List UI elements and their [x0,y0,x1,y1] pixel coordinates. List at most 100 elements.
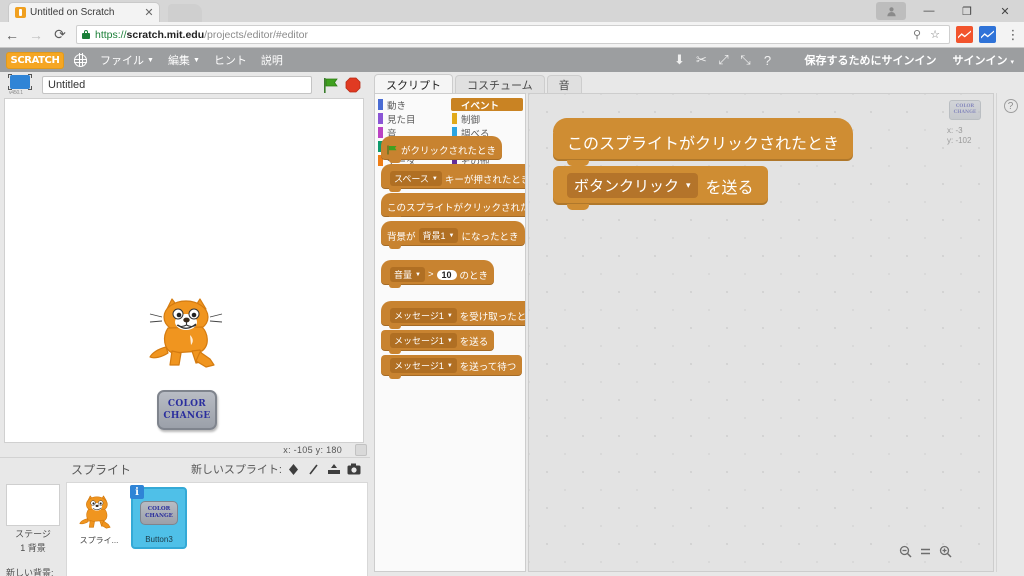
script-stack[interactable]: このスプライトがクリックされたとき ボタンクリック ▾ を送る [553,118,854,210]
dropdown-value: スペース [394,174,429,184]
block-text: このスプライトがクリックされたとき [567,136,840,153]
stage-canvas[interactable]: COLOR CHANGE [4,98,364,443]
script-block-broadcast[interactable]: ボタンクリック ▾ を送る [553,166,853,210]
script-block-whenspriteclicked[interactable]: このスプライトがクリックされたとき [553,118,854,166]
new-sprite-library-icon[interactable] [285,460,302,478]
palette-block-broadcastandwait[interactable]: メッセージ1 ▼ を送って待つ [381,355,525,379]
editor-column: スクリプト コスチューム 音 動き イベント 見た目 制御 音 調べる ペン 演… [370,72,1024,576]
menu-edit[interactable]: 編集 ▼ [161,48,207,72]
category-swatch [452,99,457,110]
signin-to-save-label[interactable]: 保存するためにサインイン [792,52,948,68]
menu-tips[interactable]: ヒント [207,48,254,72]
palette-block-whengreaterthan[interactable]: 音量 ▼ > 10 のとき [381,260,525,288]
block-dropdown[interactable]: メッセージ1 ▼ [390,358,457,373]
sprite-name: Button3 [145,535,173,544]
palette-block-whenspriteclicked[interactable]: このスプライトがクリックされたとき [381,193,525,217]
chevron-down-icon: ▼ [446,312,453,319]
palette-block-whenkeypressed[interactable]: スペース ▼ キーが押されたとき [381,164,525,192]
sprite-card-button3[interactable]: i COLOR CHANGE Button3 [130,485,187,549]
sprite-card-cat[interactable]: スプライ... [71,487,127,549]
chevron-down-icon: ▼ [446,362,453,369]
address-bar[interactable]: https://scratch.mit.edu/projects/editor/… [76,25,950,44]
dropdown-value: 音量 [394,270,413,280]
scratch-logo[interactable]: SCRATCH [6,51,64,69]
close-icon[interactable]: ✕ [143,7,155,19]
block-text: を送る [705,179,754,197]
stop-icon[interactable] [342,74,364,96]
zoom-out-icon[interactable] [897,543,913,559]
minimize-icon[interactable]: — [910,0,948,22]
project-title-input[interactable] [42,76,312,94]
stage-selector-label: ステージ [15,529,51,539]
sprite-color-change-button[interactable]: COLOR CHANGE [157,390,217,430]
palette-block-whenreceive[interactable]: メッセージ1▼ を受け取ったとき [381,301,525,329]
green-flag-icon[interactable] [320,74,342,96]
chevron-down-icon: ▼ [448,232,455,239]
maximize-icon[interactable]: ❐ [948,0,986,22]
block-text: を送る [459,336,489,348]
new-sprite-upload-icon[interactable] [325,460,342,478]
browser-tab[interactable]: Untitled on Scratch ✕ [8,2,160,22]
category-events[interactable]: イベント [451,98,523,112]
pin-icon[interactable]: ⚲ [908,28,926,41]
tab-costumes[interactable]: コスチューム [455,75,545,94]
sprite-info-icon[interactable]: i [130,485,144,499]
cut-tool-icon[interactable]: ✂ [690,48,712,72]
signin-menu[interactable]: サインイン ▾ [948,52,1024,68]
menu-file[interactable]: ファイル ▼ [93,48,161,72]
palette-block-whenbackdropswitches[interactable]: 背景が 背景1 ▼ になったとき [381,221,525,249]
scratch-menubar: SCRATCH ファイル ▼ 編集 ▼ ヒント 説明 ⬇ ✂ ⤢ ⤡ ? 保存す… [0,48,1024,72]
url-scheme: https:// [95,28,127,41]
stamp-tool-icon[interactable]: ⬇ [668,48,690,72]
help-icon[interactable]: ? [1003,99,1018,113]
bookmark-star-icon[interactable]: ☆ [926,28,944,41]
shrink-tool-icon[interactable]: ⤡ [734,48,756,72]
category-motion[interactable]: 動き [377,98,449,112]
sprite-cat[interactable] [148,295,233,375]
extension-orange-icon[interactable] [956,26,973,43]
help-tool-icon[interactable]: ? [756,48,778,72]
new-sprite-paint-icon[interactable] [305,460,322,478]
tab-scripts[interactable]: スクリプト [374,74,453,94]
block-dropdown[interactable]: メッセージ1 ▼ [390,308,457,323]
stage-size-toggle[interactable]: v450.1 [6,74,34,96]
new-sprite-camera-icon[interactable] [345,460,362,478]
chevron-down-icon: ▼ [192,56,200,64]
forward-icon[interactable]: → [24,22,48,48]
menu-about[interactable]: 説明 [254,48,290,72]
block-number-input[interactable]: 10 [436,269,457,280]
block-dropdown[interactable]: 音量 ▼ [390,267,425,282]
palette-block-whenflagclicked[interactable]: がクリックされたとき [381,136,525,163]
zoom-reset-icon[interactable] [917,543,933,559]
reload-icon[interactable]: ⟳ [48,22,72,48]
block-dropdown[interactable]: ボタンクリック ▾ [567,173,698,198]
new-tab-button[interactable] [168,4,202,22]
block-operator: > [427,269,434,280]
category-control[interactable]: 制御 [451,112,523,126]
script-canvas[interactable]: このスプライトがクリックされたとき ボタンクリック ▾ を送る COLOR CHA… [528,93,994,572]
sprite-pane: スプライト 新しいスプライト: ステージ 1 背景 新しい背景: スプライ...… [0,457,370,576]
block-dropdown[interactable]: 背景1 ▼ [418,228,459,243]
stage-resize-grip[interactable] [355,444,367,456]
profile-avatar[interactable] [876,2,906,20]
tab-sounds[interactable]: 音 [546,75,582,94]
mini-button-line1: COLOR [147,506,171,512]
block-dropdown[interactable]: メッセージ1 ▼ [390,333,457,348]
chevron-down-icon: ▼ [431,175,438,182]
new-sprite-label: 新しいスプライト: [190,464,282,476]
category-looks[interactable]: 見た目 [377,112,449,126]
grow-tool-icon[interactable]: ⤢ [712,48,734,72]
palette-block-broadcast[interactable]: メッセージ1 ▼ を送る [381,330,525,354]
window-close-icon[interactable]: ✕ [986,0,1024,22]
block-dropdown[interactable]: スペース ▼ [390,171,442,186]
dropdown-value: メッセージ1 [394,336,444,346]
back-icon[interactable]: ← [0,22,24,48]
stage-selector[interactable]: ステージ 1 背景 新しい背景: [2,482,64,576]
stage-mouse-coordinates: x: -105 y: 180 [283,445,342,455]
browser-menu-icon[interactable]: ⋮ [1002,27,1024,43]
block-text: になったとき [461,231,519,243]
globe-icon[interactable] [73,53,87,67]
extension-blue-icon[interactable] [979,26,996,43]
stage-header: v450.1 [0,72,370,98]
zoom-in-icon[interactable] [937,543,953,559]
